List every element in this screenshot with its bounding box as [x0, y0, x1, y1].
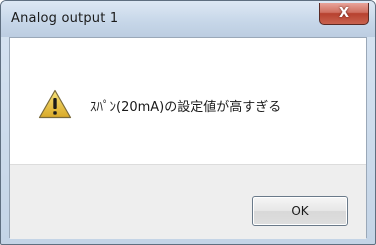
dialog-body: ｽﾊﾟﾝ(20mA)の設定値が高すぎる OK: [9, 37, 367, 239]
warning-icon: [38, 89, 72, 119]
message-text: ｽﾊﾟﾝ(20mA)の設定値が高すぎる: [90, 100, 282, 115]
close-icon: X: [338, 6, 350, 21]
title-bar[interactable]: Analog output 1 X: [1, 1, 375, 37]
button-area: OK: [10, 164, 366, 239]
dialog-window: Analog output 1 X ｽﾊﾟﾝ(20mA)の設定値が高すぎる OK: [0, 0, 376, 245]
close-button[interactable]: X: [319, 3, 369, 25]
window-title: Analog output 1: [11, 11, 119, 26]
message-area: ｽﾊﾟﾝ(20mA)の設定値が高すぎる: [10, 38, 366, 164]
ok-button[interactable]: OK: [252, 196, 348, 226]
